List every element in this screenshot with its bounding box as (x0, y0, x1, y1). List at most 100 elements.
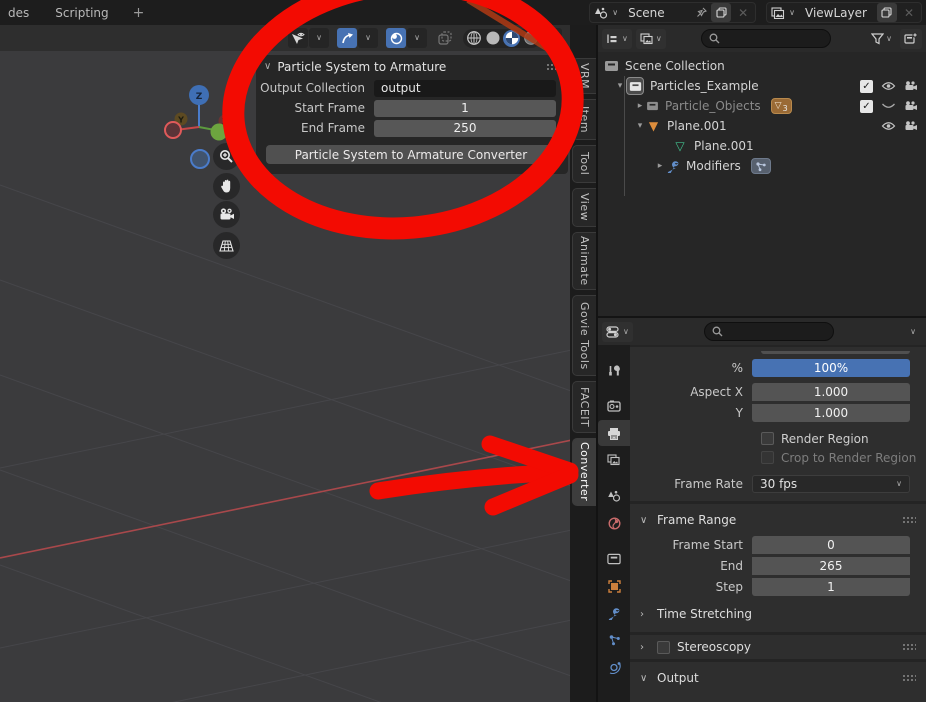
tab-object[interactable] (598, 573, 630, 599)
tab-tool[interactable] (598, 357, 630, 383)
options-dropdown[interactable]: ∨ (904, 328, 922, 336)
row-label[interactable]: Plane.001 (667, 119, 727, 133)
proportional-editing-dropdown[interactable]: ∨ (407, 28, 427, 48)
tab-faceit[interactable]: FACEIT (572, 381, 596, 433)
viewport-3d[interactable]: ∨ ∨ ∨ (0, 25, 596, 702)
tab-converter[interactable]: Converter (572, 438, 596, 506)
frame-rate-dropdown[interactable]: 30 fps ∨ (752, 475, 910, 493)
aspect-y-input[interactable]: 1.000 (752, 404, 910, 422)
tab-view[interactable]: View (572, 188, 596, 227)
new-collection-button[interactable] (900, 29, 922, 49)
row-label[interactable]: Plane.001 (694, 139, 754, 153)
tab-modifiers[interactable] (598, 600, 630, 626)
camera-view-button[interactable] (213, 201, 240, 228)
tab-particles[interactable] (598, 627, 630, 653)
pan-button[interactable] (213, 173, 240, 200)
shading-solid-button[interactable] (484, 30, 501, 47)
crop-to-render-region-checkbox[interactable] (761, 451, 774, 464)
end-frame-input[interactable]: 250 (374, 120, 556, 137)
gizmo-neg-z-axis[interactable] (191, 150, 209, 168)
disclosure-open-icon[interactable]: ▾ (634, 121, 646, 131)
tab-animate[interactable]: Animate (572, 232, 596, 290)
collection-checkbox[interactable]: ✓ (860, 100, 873, 113)
eye-open-icon[interactable] (881, 81, 896, 91)
shading-dropdown[interactable]: ∨ (542, 28, 562, 48)
drag-grip-icon[interactable] (902, 643, 916, 651)
outliner-search-input[interactable] (701, 29, 831, 48)
editor-type-button[interactable]: ∨ (602, 29, 632, 49)
row-label[interactable]: Particle_Objects (665, 99, 761, 113)
row-label[interactable]: Scene Collection (625, 59, 725, 73)
pin-icon[interactable] (696, 7, 707, 18)
disclosure-closed-icon[interactable]: ▸ (634, 101, 646, 111)
shading-rendered-button[interactable] (522, 30, 539, 47)
proportional-editing-button[interactable] (386, 28, 406, 48)
viewlayer-selector[interactable]: ∨ ViewLayer ✕ (766, 2, 922, 23)
row-particle-objects[interactable]: ▸ Particle_Objects ▽ 3 ✓ (598, 96, 926, 116)
workspace-tab-scripting[interactable]: Scripting (49, 6, 114, 20)
resolution-percent-slider[interactable]: 100% (752, 359, 910, 377)
frame-start-input[interactable]: 0 (752, 536, 910, 554)
tab-render[interactable] (598, 393, 630, 419)
camera-visibility-icon[interactable] (904, 81, 918, 91)
collapse-chevron-icon[interactable]: ∨ (640, 673, 650, 684)
snap-button[interactable] (337, 28, 357, 48)
row-label[interactable]: Modifiers (686, 159, 741, 173)
disclosure-open-icon[interactable]: ▾ (614, 81, 626, 91)
expand-chevron-icon[interactable]: › (640, 609, 650, 620)
shading-material-button[interactable] (503, 30, 520, 47)
new-viewlayer-button[interactable] (877, 3, 897, 22)
add-workspace-button[interactable]: + (129, 5, 149, 21)
gizmo-x-axis[interactable] (165, 122, 181, 138)
drag-grip-icon[interactable] (902, 674, 916, 682)
frame-end-input[interactable]: 265 (752, 557, 910, 575)
object-visibility-button[interactable] (288, 28, 308, 48)
row-plane-mesh-data[interactable]: ▽ Plane.001 (598, 136, 926, 156)
row-plane-object[interactable]: ▾ ▼ Plane.001 (598, 116, 926, 136)
toggle-perspective-button[interactable] (213, 232, 240, 259)
properties-search-input[interactable] (704, 322, 834, 341)
new-scene-button[interactable] (711, 3, 731, 22)
tab-govie-tools[interactable]: Govie Tools (572, 295, 596, 376)
row-scene-collection[interactable]: Scene Collection (598, 56, 926, 76)
snap-dropdown[interactable]: ∨ (358, 28, 378, 48)
eye-closed-icon[interactable] (881, 101, 896, 111)
frame-step-input[interactable]: 1 (752, 578, 910, 596)
output-collection-input[interactable]: output (374, 80, 556, 97)
viewlayer-name[interactable]: ViewLayer (799, 6, 873, 20)
gizmo-y-axis[interactable] (211, 124, 228, 141)
camera-visibility-icon[interactable] (904, 101, 918, 111)
zoom-button[interactable] (213, 143, 240, 170)
tab-item[interactable]: Item (572, 99, 596, 140)
tab-world[interactable] (598, 510, 630, 536)
scene-name[interactable]: Scene (622, 6, 692, 20)
scene-selector[interactable]: ∨ Scene ✕ (589, 2, 756, 23)
tab-view-layer[interactable] (598, 447, 630, 473)
display-mode-button[interactable]: ∨ (636, 29, 666, 49)
tab-output[interactable] (598, 420, 630, 446)
stereoscopy-checkbox[interactable] (657, 641, 670, 654)
tab-vrm[interactable]: VRM (572, 58, 596, 94)
converter-run-button[interactable]: Particle System to Armature Converter (266, 145, 556, 164)
collapse-chevron-icon[interactable]: ∨ (640, 515, 650, 526)
unlink-scene-button[interactable]: ✕ (735, 6, 751, 20)
row-modifiers[interactable]: ▸ Modifiers (598, 156, 926, 176)
collection-checkbox[interactable]: ✓ (860, 80, 873, 93)
remove-viewlayer-button[interactable]: ✕ (901, 6, 917, 20)
disclosure-closed-icon[interactable]: ▸ (654, 161, 666, 171)
row-label[interactable]: Particles_Example (650, 79, 759, 93)
tab-physics[interactable] (598, 654, 630, 680)
eye-open-icon[interactable] (881, 121, 896, 131)
shading-wireframe-button[interactable] (465, 30, 482, 47)
filter-button[interactable]: ∨ (867, 29, 896, 49)
render-region-checkbox[interactable] (761, 432, 774, 445)
drag-grip-icon[interactable] (902, 516, 916, 524)
workspace-tab-partial[interactable]: des (2, 6, 35, 20)
aspect-x-input[interactable]: 1.000 (752, 383, 910, 401)
drag-grip-icon[interactable] (546, 63, 560, 71)
tab-tool[interactable]: Tool (572, 145, 596, 183)
tab-scene[interactable] (598, 483, 630, 509)
object-visibility-dropdown[interactable]: ∨ (309, 28, 329, 48)
expand-chevron-icon[interactable]: › (640, 642, 650, 653)
collapse-chevron-icon[interactable]: ∨ (264, 62, 271, 72)
